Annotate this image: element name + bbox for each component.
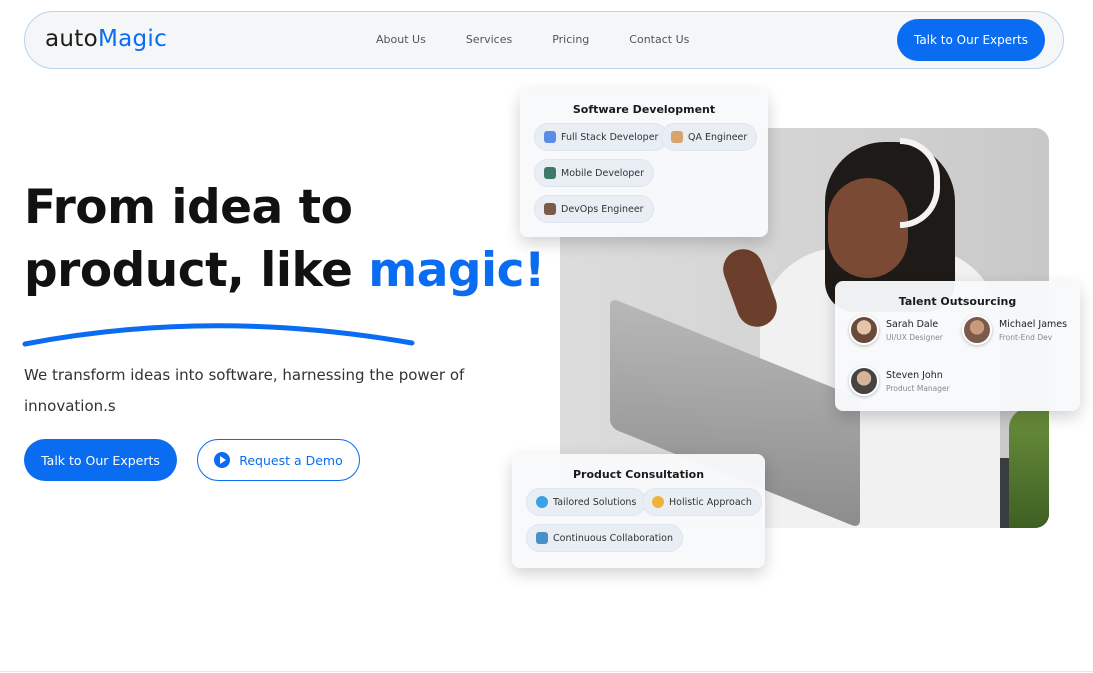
sparkle-icon <box>536 496 548 508</box>
chip-qa-engineer[interactable]: QA Engineer <box>661 123 758 151</box>
chip-mobile-developer[interactable]: Mobile Developer <box>534 159 655 187</box>
person-sarah-dale[interactable]: Sarah Dale UI/UX Designer <box>849 315 943 345</box>
chip-devops-engineer[interactable]: DevOps Engineer <box>534 195 654 223</box>
top-navbar: autoMagic About Us Services Pricing Cont… <box>24 11 1064 69</box>
nav-link-services[interactable]: Services <box>466 33 512 46</box>
phone-icon <box>544 167 556 179</box>
person-steven-john[interactable]: Steven John Product Manager <box>849 366 950 396</box>
nav-talk-to-experts-button[interactable]: Talk to Our Experts <box>897 19 1045 61</box>
team-icon <box>544 203 556 215</box>
headline-underline-swoosh <box>22 323 415 347</box>
monitor-icon <box>544 131 556 143</box>
headline-line-1: From idea to <box>24 180 353 235</box>
nav-links: About Us Services Pricing Contact Us <box>376 33 729 46</box>
nav-link-contact[interactable]: Contact Us <box>629 33 689 46</box>
chip-holistic-approach[interactable]: Holistic Approach <box>642 488 762 516</box>
logo-text-auto: auto <box>45 26 98 52</box>
product-consultation-card: Product Consultation Tailored Solutions … <box>512 454 765 568</box>
card-title: Talent Outsourcing <box>898 295 1017 308</box>
request-demo-button[interactable]: Request a Demo <box>197 439 360 481</box>
people-icon <box>671 131 683 143</box>
brand-logo[interactable]: autoMagic <box>45 26 167 52</box>
person-michael-james[interactable]: Michael James Front-End Dev <box>962 315 1067 345</box>
talent-outsourcing-card: Talent Outsourcing Sarah Dale UI/UX Desi… <box>835 281 1080 411</box>
nav-link-about[interactable]: About Us <box>376 33 426 46</box>
talk-to-experts-button[interactable]: Talk to Our Experts <box>24 439 177 481</box>
request-demo-label: Request a Demo <box>239 452 343 468</box>
nav-link-pricing[interactable]: Pricing <box>552 33 589 46</box>
section-divider <box>0 671 1093 672</box>
software-development-card: Software Development Full Stack Develope… <box>520 89 768 237</box>
headline-line-2: product, like <box>24 243 369 298</box>
logo-text-magic: Magic <box>97 26 168 52</box>
avatar <box>849 366 879 396</box>
bulb-icon <box>652 496 664 508</box>
collab-icon <box>536 532 548 544</box>
avatar <box>962 315 992 345</box>
chip-full-stack-developer[interactable]: Full Stack Developer <box>534 123 669 151</box>
chip-tailored-solutions[interactable]: Tailored Solutions <box>526 488 647 516</box>
card-title: Software Development <box>572 103 716 116</box>
hero-headline: From idea to product, like magic! <box>24 176 545 302</box>
avatar <box>849 315 879 345</box>
chip-continuous-collaboration[interactable]: Continuous Collaboration <box>526 524 683 552</box>
play-icon <box>214 452 231 468</box>
card-title: Product Consultation <box>572 468 705 481</box>
hero-subtext: We transform ideas into software, harnes… <box>24 366 465 415</box>
headline-accent: magic! <box>368 243 545 298</box>
